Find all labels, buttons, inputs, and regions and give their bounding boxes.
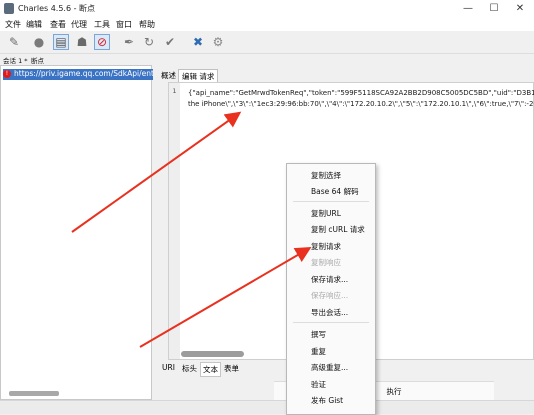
- request-url: https://priv.igame.qq.com/SdkApi/entr: [14, 69, 153, 78]
- code-line: {"api_name":"GetMrwdTokenReq","token":"5…: [188, 89, 534, 97]
- menu-proxy[interactable]: 代理: [71, 19, 87, 30]
- tab-headers[interactable]: 标头: [180, 362, 199, 375]
- minimize-button[interactable]: —: [455, 1, 481, 16]
- menu-item-validate[interactable]: 验证: [311, 379, 326, 390]
- request-list-item[interactable]: ! https://priv.igame.qq.com/SdkApi/entr: [3, 69, 153, 80]
- menu-item-export-session[interactable]: 导出会话...: [311, 307, 348, 318]
- editor-horizontal-scrollbar[interactable]: [181, 351, 244, 357]
- session-tabs: 会话 1 * 断点: [0, 53, 534, 65]
- turtle-icon[interactable]: ☗: [74, 34, 90, 50]
- menu-view[interactable]: 查看: [50, 19, 66, 30]
- throttle-icon[interactable]: ▤: [53, 34, 69, 50]
- tab-session-1[interactable]: 会话 1 *: [3, 55, 28, 65]
- tab-text[interactable]: 文本: [200, 362, 221, 377]
- breakpoint-icon[interactable]: ⊘: [94, 34, 110, 50]
- tab-edit-request[interactable]: 编辑 请求: [178, 69, 219, 83]
- menu-item-save-request[interactable]: 保存请求...: [311, 274, 348, 285]
- refresh-icon[interactable]: ↻: [141, 34, 157, 50]
- execute-button[interactable]: 执行: [374, 384, 414, 398]
- settings-icon[interactable]: ⚙: [210, 34, 226, 50]
- menu-window[interactable]: 窗口: [116, 19, 132, 30]
- code-line: the iPhone\",\"3\":\"1ec3:29:96:bb:70\",…: [188, 100, 534, 108]
- menu-help[interactable]: 帮助: [139, 19, 155, 30]
- left-scrollbar[interactable]: [9, 391, 59, 396]
- menu-item-publish-gist[interactable]: 发布 Gist: [311, 395, 343, 406]
- menu-bar: 文件 编辑 查看 代理 工具 窗口 帮助: [0, 17, 534, 31]
- menu-edit[interactable]: 编辑: [26, 19, 42, 30]
- request-list-panel: ! https://priv.igame.qq.com/SdkApi/entr: [0, 65, 153, 400]
- menu-tools[interactable]: 工具: [94, 19, 110, 30]
- menu-item-copy-response: 复制响应: [311, 258, 341, 267]
- close-button[interactable]: ✕: [507, 1, 533, 16]
- window-title: Charles 4.5.6 - 断点: [18, 4, 96, 13]
- menu-item-save-response: 保存响应...: [311, 291, 349, 300]
- menu-item-repeat[interactable]: 重复: [311, 346, 326, 357]
- tools-icon[interactable]: ✖: [190, 34, 206, 50]
- menu-item-copy-url[interactable]: 复制URL: [311, 208, 341, 219]
- menu-item-advanced-repeat[interactable]: 高级重复...: [311, 362, 348, 373]
- line-number-gutter: 1: [169, 83, 180, 359]
- menu-item-copy-request[interactable]: 复制请求: [311, 241, 341, 252]
- tab-uri[interactable]: URI: [160, 362, 177, 373]
- toolbar: ✎ ● ▤ ☗ ⊘ ✒ ↻ ✔ ✖ ⚙: [0, 31, 534, 54]
- menu-item-copy-curl[interactable]: 复制 cURL 请求: [311, 224, 365, 235]
- record-icon[interactable]: ●: [31, 34, 47, 50]
- menu-item-base64-decode[interactable]: Base 64 解码: [311, 186, 359, 197]
- menu-item-copy-selection[interactable]: 复制选择: [311, 170, 341, 181]
- title-bar: Charles 4.5.6 - 断点 — ☐ ✕: [0, 0, 534, 17]
- pen-icon[interactable]: ✒: [121, 34, 137, 50]
- error-icon: !: [3, 70, 11, 78]
- broom-icon[interactable]: ✎: [6, 34, 22, 50]
- line-number: 1: [172, 87, 177, 95]
- menu-item-compose[interactable]: 撰写: [311, 329, 326, 340]
- maximize-button[interactable]: ☐: [481, 1, 507, 16]
- menu-divider: [293, 322, 369, 323]
- tab-form[interactable]: 表单: [222, 362, 241, 375]
- context-menu: 复制选择 Base 64 解码 复制URL 复制 cURL 请求 复制请求 复制…: [286, 163, 376, 415]
- charles-app-icon: [4, 3, 14, 14]
- tab-breakpoints[interactable]: 断点: [31, 55, 44, 65]
- check-icon[interactable]: ✔: [162, 34, 178, 50]
- menu-divider: [293, 201, 369, 202]
- menu-file[interactable]: 文件: [5, 19, 21, 30]
- tab-overview[interactable]: 概述: [158, 69, 179, 82]
- status-bar: [0, 400, 534, 414]
